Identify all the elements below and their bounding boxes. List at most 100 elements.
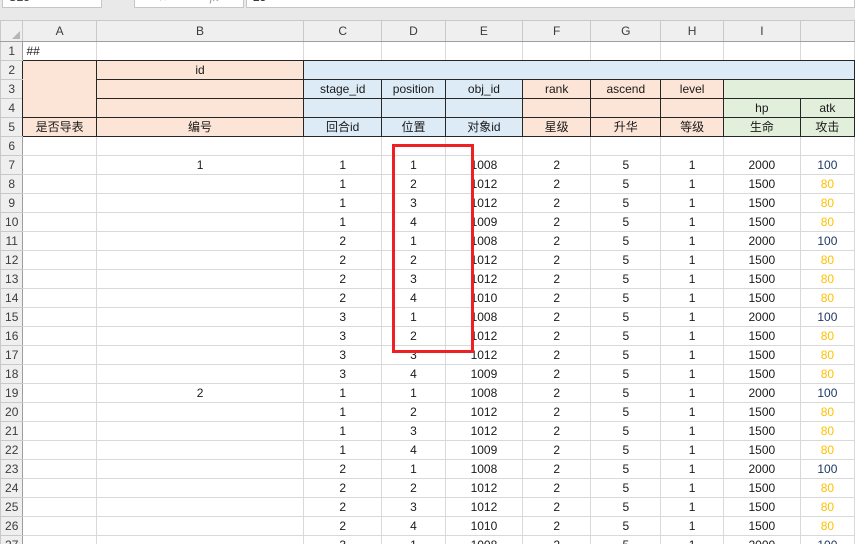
cell-G23[interactable]: 5 [591, 460, 661, 479]
row-header-3[interactable]: 3 [1, 80, 23, 99]
cell-H12[interactable]: 1 [661, 251, 724, 270]
cell-D25[interactable]: 3 [382, 498, 446, 517]
cell-G27[interactable]: 5 [591, 536, 661, 544]
cell-C7[interactable]: 1 [304, 156, 382, 175]
cell-B17[interactable] [96, 346, 303, 365]
cell-C14[interactable]: 2 [304, 289, 382, 308]
row-header-20[interactable]: 20 [1, 403, 23, 422]
cell-r3-6[interactable]: level [661, 80, 724, 99]
cell-r4-8[interactable]: atk [800, 99, 854, 118]
cell-r6-4[interactable] [445, 137, 522, 156]
cell-F12[interactable]: 2 [523, 251, 591, 270]
cell-A17[interactable] [23, 346, 96, 365]
cell-C20[interactable]: 1 [304, 403, 382, 422]
cell-F11[interactable]: 2 [523, 232, 591, 251]
cell-F16[interactable]: 2 [523, 327, 591, 346]
cell-C27[interactable]: 3 [304, 536, 382, 544]
cell-E13[interactable]: 1012 [445, 270, 522, 289]
cell-A10[interactable] [23, 213, 96, 232]
cell-E12[interactable]: 1012 [445, 251, 522, 270]
cell-r5-7[interactable]: 等级 [661, 118, 724, 137]
cell-E27[interactable]: 1008 [445, 536, 522, 544]
row-header-5[interactable]: 5 [1, 118, 23, 137]
cell-r3-5[interactable]: ascend [591, 80, 661, 99]
row-header-26[interactable]: 26 [1, 517, 23, 536]
cell-H18[interactable]: 1 [661, 365, 724, 384]
row-header-6[interactable]: 6 [1, 137, 23, 156]
cell-E16[interactable]: 1012 [445, 327, 522, 346]
column-header-D[interactable]: D [382, 21, 446, 42]
cell-A27[interactable] [23, 536, 96, 544]
cell-B7[interactable]: 1 [96, 156, 303, 175]
cell-B20[interactable] [96, 403, 303, 422]
cell-E7[interactable]: 1008 [445, 156, 522, 175]
cell-F22[interactable]: 2 [523, 441, 591, 460]
cell-C11[interactable]: 2 [304, 232, 382, 251]
cell-r5-4[interactable]: 对象id [445, 118, 522, 137]
row-header-13[interactable]: 13 [1, 270, 23, 289]
cell-D9[interactable]: 3 [382, 194, 446, 213]
cell-r4-5[interactable] [591, 99, 661, 118]
cell-F9[interactable]: 2 [523, 194, 591, 213]
cell-r6-0[interactable] [23, 137, 96, 156]
cell-F17[interactable]: 2 [523, 346, 591, 365]
cell-H26[interactable]: 1 [661, 517, 724, 536]
cell-r3-7[interactable] [723, 80, 854, 99]
cell-r6-2[interactable] [304, 137, 382, 156]
cell-G25[interactable]: 5 [591, 498, 661, 517]
cell-B19[interactable]: 2 [96, 384, 303, 403]
name-box[interactable]: C25 [2, 0, 102, 8]
cell-H16[interactable]: 1 [661, 327, 724, 346]
cell-I8[interactable]: 1500 [723, 175, 800, 194]
cell-A12[interactable] [23, 251, 96, 270]
cell-G22[interactable]: 5 [591, 441, 661, 460]
cell-r3-4[interactable]: rank [523, 80, 591, 99]
cell-E8[interactable]: 1012 [445, 175, 522, 194]
cell-I27[interactable]: 2000 [723, 536, 800, 544]
cell-F7[interactable]: 2 [523, 156, 591, 175]
cell-D16[interactable]: 2 [382, 327, 446, 346]
cell-E14[interactable]: 1010 [445, 289, 522, 308]
cell-G17[interactable]: 5 [591, 346, 661, 365]
column-header-I[interactable]: I [723, 21, 800, 42]
cell-G9[interactable]: 5 [591, 194, 661, 213]
cell-B9[interactable] [96, 194, 303, 213]
cell-H17[interactable]: 1 [661, 346, 724, 365]
cell-A9[interactable] [23, 194, 96, 213]
cell-r3-1[interactable]: stage_id [304, 80, 382, 99]
cell-F19[interactable]: 2 [523, 384, 591, 403]
cell-B25[interactable] [96, 498, 303, 517]
row-header-7[interactable]: 7 [1, 156, 23, 175]
cell-C15[interactable]: 3 [304, 308, 382, 327]
cell-E15[interactable]: 1008 [445, 308, 522, 327]
cell-B15[interactable] [96, 308, 303, 327]
cell-D22[interactable]: 4 [382, 441, 446, 460]
cancel-icon[interactable]: × [159, 0, 167, 5]
column-header-clipped[interactable] [800, 21, 854, 42]
cell-F26[interactable]: 2 [523, 517, 591, 536]
column-header-E[interactable]: E [445, 21, 522, 42]
cell-C17[interactable]: 3 [304, 346, 382, 365]
cell-E17[interactable]: 1012 [445, 346, 522, 365]
cell-I24[interactable]: 1500 [723, 479, 800, 498]
cell-D10[interactable]: 4 [382, 213, 446, 232]
row-header-12[interactable]: 12 [1, 251, 23, 270]
cell-F23[interactable]: 2 [523, 460, 591, 479]
cell-D21[interactable]: 3 [382, 422, 446, 441]
cell-E25[interactable]: 1012 [445, 498, 522, 517]
row-header-4[interactable]: 4 [1, 99, 23, 118]
cell-I25[interactable]: 1500 [723, 498, 800, 517]
cell-C24[interactable]: 2 [304, 479, 382, 498]
cell-H15[interactable]: 1 [661, 308, 724, 327]
cell-r1-5[interactable] [523, 42, 591, 61]
cell-H8[interactable]: 1 [661, 175, 724, 194]
column-header-F[interactable]: F [523, 21, 591, 42]
cell-r6-8[interactable] [723, 137, 800, 156]
cell-G7[interactable]: 5 [591, 156, 661, 175]
row-header-14[interactable]: 14 [1, 289, 23, 308]
formula-input[interactable]: 25 [246, 0, 855, 8]
cell-J14[interactable]: 80 [800, 289, 854, 308]
cell-F15[interactable]: 2 [523, 308, 591, 327]
cell-J27[interactable]: 100 [800, 536, 854, 544]
cell-I20[interactable]: 1500 [723, 403, 800, 422]
